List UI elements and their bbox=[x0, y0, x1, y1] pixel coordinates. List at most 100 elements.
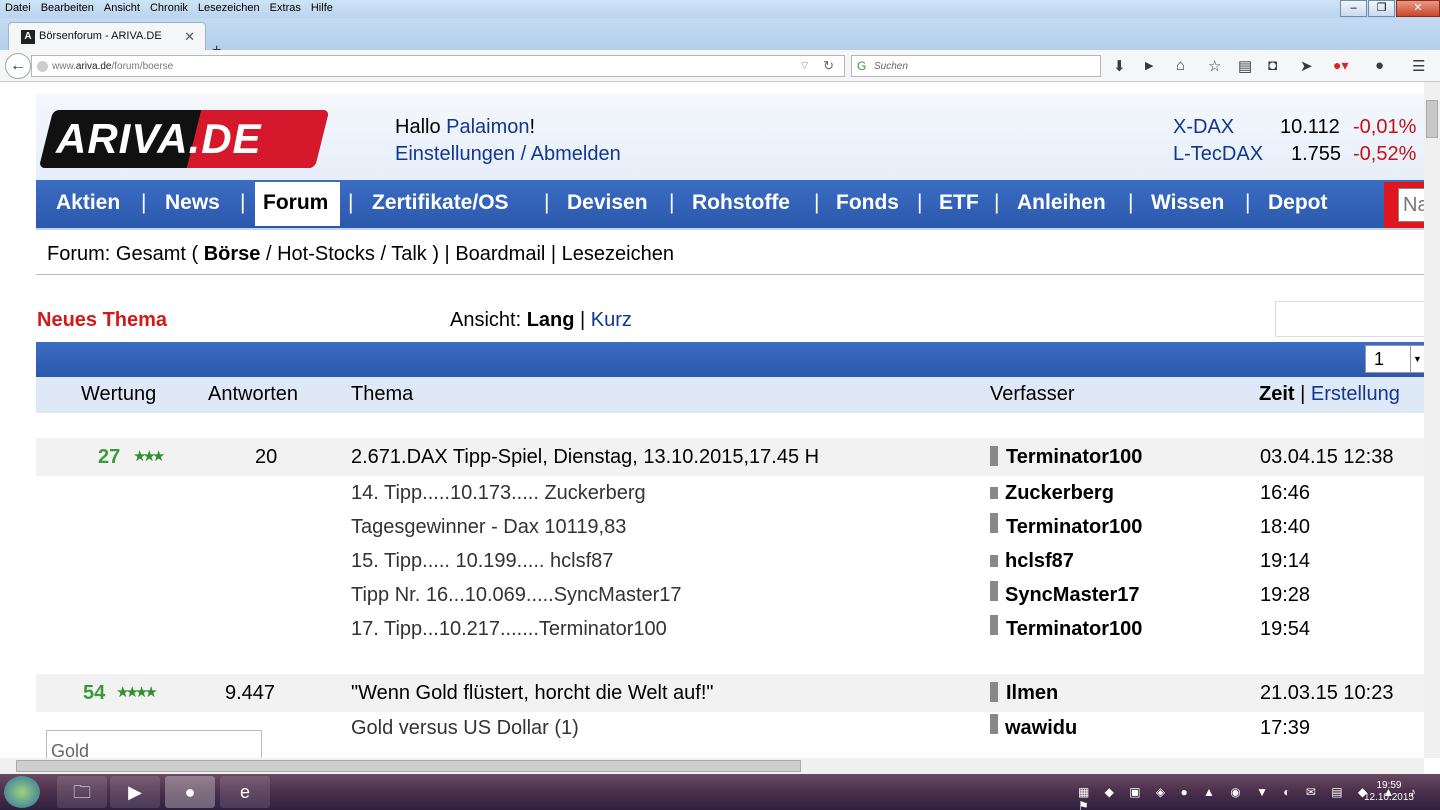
explorer-icon[interactable]: 🗀 bbox=[57, 776, 107, 808]
chevron-down-icon[interactable]: ▼ bbox=[1410, 346, 1424, 372]
youtube-icon[interactable]: ▶ bbox=[1145, 59, 1153, 72]
subnav-talk[interactable]: Talk bbox=[391, 243, 427, 265]
nav-news[interactable]: News bbox=[165, 191, 220, 215]
menu-ansicht[interactable]: Ansicht bbox=[99, 0, 145, 14]
nav-etf[interactable]: ETF bbox=[939, 191, 979, 215]
post-title[interactable]: Tipp Nr. 16...10.069.....SyncMaster17 bbox=[351, 584, 682, 607]
chat-icon[interactable]: ● bbox=[1375, 57, 1384, 74]
menu-chronik[interactable]: Chronik bbox=[145, 0, 193, 14]
greeting-end: ! bbox=[529, 116, 536, 138]
post-author[interactable]: hclsf87 bbox=[1005, 550, 1074, 573]
view-kurz[interactable]: Kurz bbox=[591, 309, 632, 331]
logout-link[interactable]: Abmelden bbox=[531, 143, 621, 165]
thread-author[interactable]: Ilmen bbox=[1006, 682, 1058, 705]
index-ticker: X-DAX 10.112 -0,01% L-TecDAX 1.755 -0,52… bbox=[1173, 114, 1423, 168]
subnav-hotstocks[interactable]: Hot-Stocks bbox=[277, 243, 375, 265]
post-author[interactable]: Terminator100 bbox=[1006, 516, 1142, 539]
thread-row[interactable]: 54 ★★★★ 9.447 "Wenn Gold flüstert, horch… bbox=[36, 674, 1424, 712]
media-player-icon[interactable]: ▶ bbox=[110, 776, 160, 808]
close-window-icon[interactable]: ✕ bbox=[1396, 0, 1440, 17]
maximize-icon[interactable]: ❐ bbox=[1368, 0, 1395, 17]
view-lang[interactable]: Lang bbox=[527, 309, 575, 331]
index-change-ltecdax: -0,52% bbox=[1353, 143, 1417, 165]
thread-title[interactable]: "Wenn Gold flüstert, horcht die Welt auf… bbox=[351, 682, 714, 705]
post-title[interactable]: Tagesgewinner - Dax 10119,83 bbox=[351, 516, 626, 539]
browser-tab[interactable]: A Börsenforum - ARIVA.DE ✕ bbox=[8, 22, 206, 50]
post-author[interactable]: wawidu bbox=[1005, 717, 1077, 740]
thread-title[interactable]: 2.671.DAX Tipp-Spiel, Dienstag, 13.10.20… bbox=[351, 446, 819, 469]
col-antworten[interactable]: Antworten bbox=[208, 383, 298, 406]
internet-explorer-icon[interactable]: e bbox=[220, 776, 270, 808]
system-clock[interactable]: 19:59 12.10.2015 bbox=[1364, 780, 1414, 804]
menu-bearbeiten[interactable]: Bearbeiten bbox=[36, 0, 99, 14]
thread-row[interactable]: 27 ★★★ 20 2.671.DAX Tipp-Spiel, Dienstag… bbox=[36, 438, 1424, 476]
nav-forum[interactable]: Forum bbox=[255, 182, 340, 226]
download-icon[interactable]: ⬇ bbox=[1113, 57, 1126, 75]
home-icon[interactable]: ⌂ bbox=[1176, 57, 1185, 74]
reload-icon[interactable]: ↻ bbox=[823, 58, 834, 74]
bookmarks-list-icon[interactable]: ▤ bbox=[1238, 57, 1252, 75]
filter-box[interactable] bbox=[1275, 301, 1424, 337]
adblock-icon[interactable]: ●▾ bbox=[1333, 57, 1348, 74]
subnav-boardmail[interactable]: Boardmail bbox=[455, 243, 545, 265]
url-bar[interactable]: www.ariva.de/forum/boerse ▽ ↻ bbox=[31, 55, 845, 77]
bookmark-star-icon[interactable]: ☆ bbox=[1208, 57, 1221, 75]
horizontal-scrollbar[interactable] bbox=[0, 758, 1424, 774]
nav-wissen[interactable]: Wissen bbox=[1151, 191, 1224, 215]
close-tab-icon[interactable]: ✕ bbox=[184, 29, 195, 45]
nav-anleihen[interactable]: Anleihen bbox=[1017, 191, 1106, 215]
menu-hilfe[interactable]: Hilfe bbox=[306, 0, 338, 14]
col-thema[interactable]: Thema bbox=[351, 383, 413, 406]
subnav-prefix: Forum: Gesamt ( bbox=[47, 243, 204, 265]
settings-link[interactable]: Einstellungen bbox=[395, 143, 515, 165]
ariva-favicon-icon: A bbox=[21, 30, 35, 44]
scroll-thumb[interactable] bbox=[1426, 100, 1438, 138]
send-icon[interactable]: ➤ bbox=[1300, 57, 1313, 75]
post-author[interactable]: Zuckerberg bbox=[1005, 482, 1114, 505]
page-content: ARIVA.DE Hallo Palaimon! Einstellungen /… bbox=[36, 82, 1424, 758]
nav-fonds[interactable]: Fonds bbox=[836, 191, 899, 215]
nav-devisen[interactable]: Devisen bbox=[567, 191, 648, 215]
index-name-ltecdax[interactable]: L-TecDAX bbox=[1173, 141, 1263, 168]
subnav-lesezeichen[interactable]: Lesezeichen bbox=[562, 243, 674, 265]
page-select[interactable]: 1 ▼ bbox=[1365, 345, 1424, 373]
new-topic-link[interactable]: Neues Thema bbox=[37, 309, 167, 332]
back-arrow-icon[interactable]: ← bbox=[5, 53, 31, 79]
subnav-boerse[interactable]: Börse bbox=[204, 243, 261, 265]
nav-search-input[interactable] bbox=[1398, 188, 1424, 222]
nav-depot[interactable]: Depot bbox=[1268, 191, 1328, 215]
nav-rohstoffe[interactable]: Rohstoffe bbox=[692, 191, 790, 215]
search-engine-icon[interactable]: G bbox=[857, 59, 866, 73]
vertical-scrollbar[interactable] bbox=[1424, 82, 1440, 758]
start-button-icon[interactable] bbox=[4, 776, 40, 808]
hamburger-menu-icon[interactable]: ☰ bbox=[1412, 57, 1425, 75]
col-wertung[interactable]: Wertung bbox=[81, 383, 156, 406]
post-author[interactable]: SyncMaster17 bbox=[1005, 584, 1140, 607]
thread-author[interactable]: Terminator100 bbox=[1006, 446, 1142, 469]
menu-extras[interactable]: Extras bbox=[265, 0, 306, 14]
firefox-icon[interactable]: ● bbox=[165, 776, 215, 808]
pocket-icon[interactable]: ◘ bbox=[1268, 57, 1277, 74]
col-erstellung[interactable]: Erstellung bbox=[1311, 383, 1400, 405]
post-title[interactable]: 15. Tipp..... 10.199..... hclsf87 bbox=[351, 550, 613, 573]
username-link[interactable]: Palaimon bbox=[446, 116, 529, 138]
ariva-logo[interactable]: ARIVA.DE bbox=[38, 110, 330, 168]
index-name-xdax[interactable]: X-DAX bbox=[1173, 114, 1234, 141]
post-title[interactable]: 17. Tipp...10.217.......Terminator100 bbox=[351, 618, 667, 641]
site-identity-icon[interactable] bbox=[37, 61, 48, 72]
menu-datei[interactable]: Datei bbox=[0, 0, 36, 14]
post-title[interactable]: 14. Tipp.....10.173..... Zuckerberg bbox=[351, 482, 646, 505]
col-verfasser[interactable]: Verfasser bbox=[990, 383, 1074, 406]
nav-zertifikate[interactable]: Zertifikate/OS bbox=[372, 191, 509, 215]
col-zeit[interactable]: Zeit bbox=[1259, 383, 1295, 405]
scroll-thumb[interactable] bbox=[16, 760, 801, 772]
side-search-field[interactable]: Gold bbox=[46, 730, 262, 758]
menu-lesezeichen[interactable]: Lesezeichen bbox=[193, 0, 265, 14]
search-bar[interactable]: G Suchen bbox=[851, 55, 1101, 77]
minimize-icon[interactable]: – bbox=[1340, 0, 1367, 17]
post-title[interactable]: Gold versus US Dollar (1) bbox=[351, 717, 579, 740]
url-dropdown-icon[interactable]: ▽ bbox=[801, 60, 808, 71]
logo-text: ARIVA.DE bbox=[56, 115, 262, 162]
nav-aktien[interactable]: Aktien bbox=[56, 191, 120, 215]
post-author[interactable]: Terminator100 bbox=[1006, 618, 1142, 641]
